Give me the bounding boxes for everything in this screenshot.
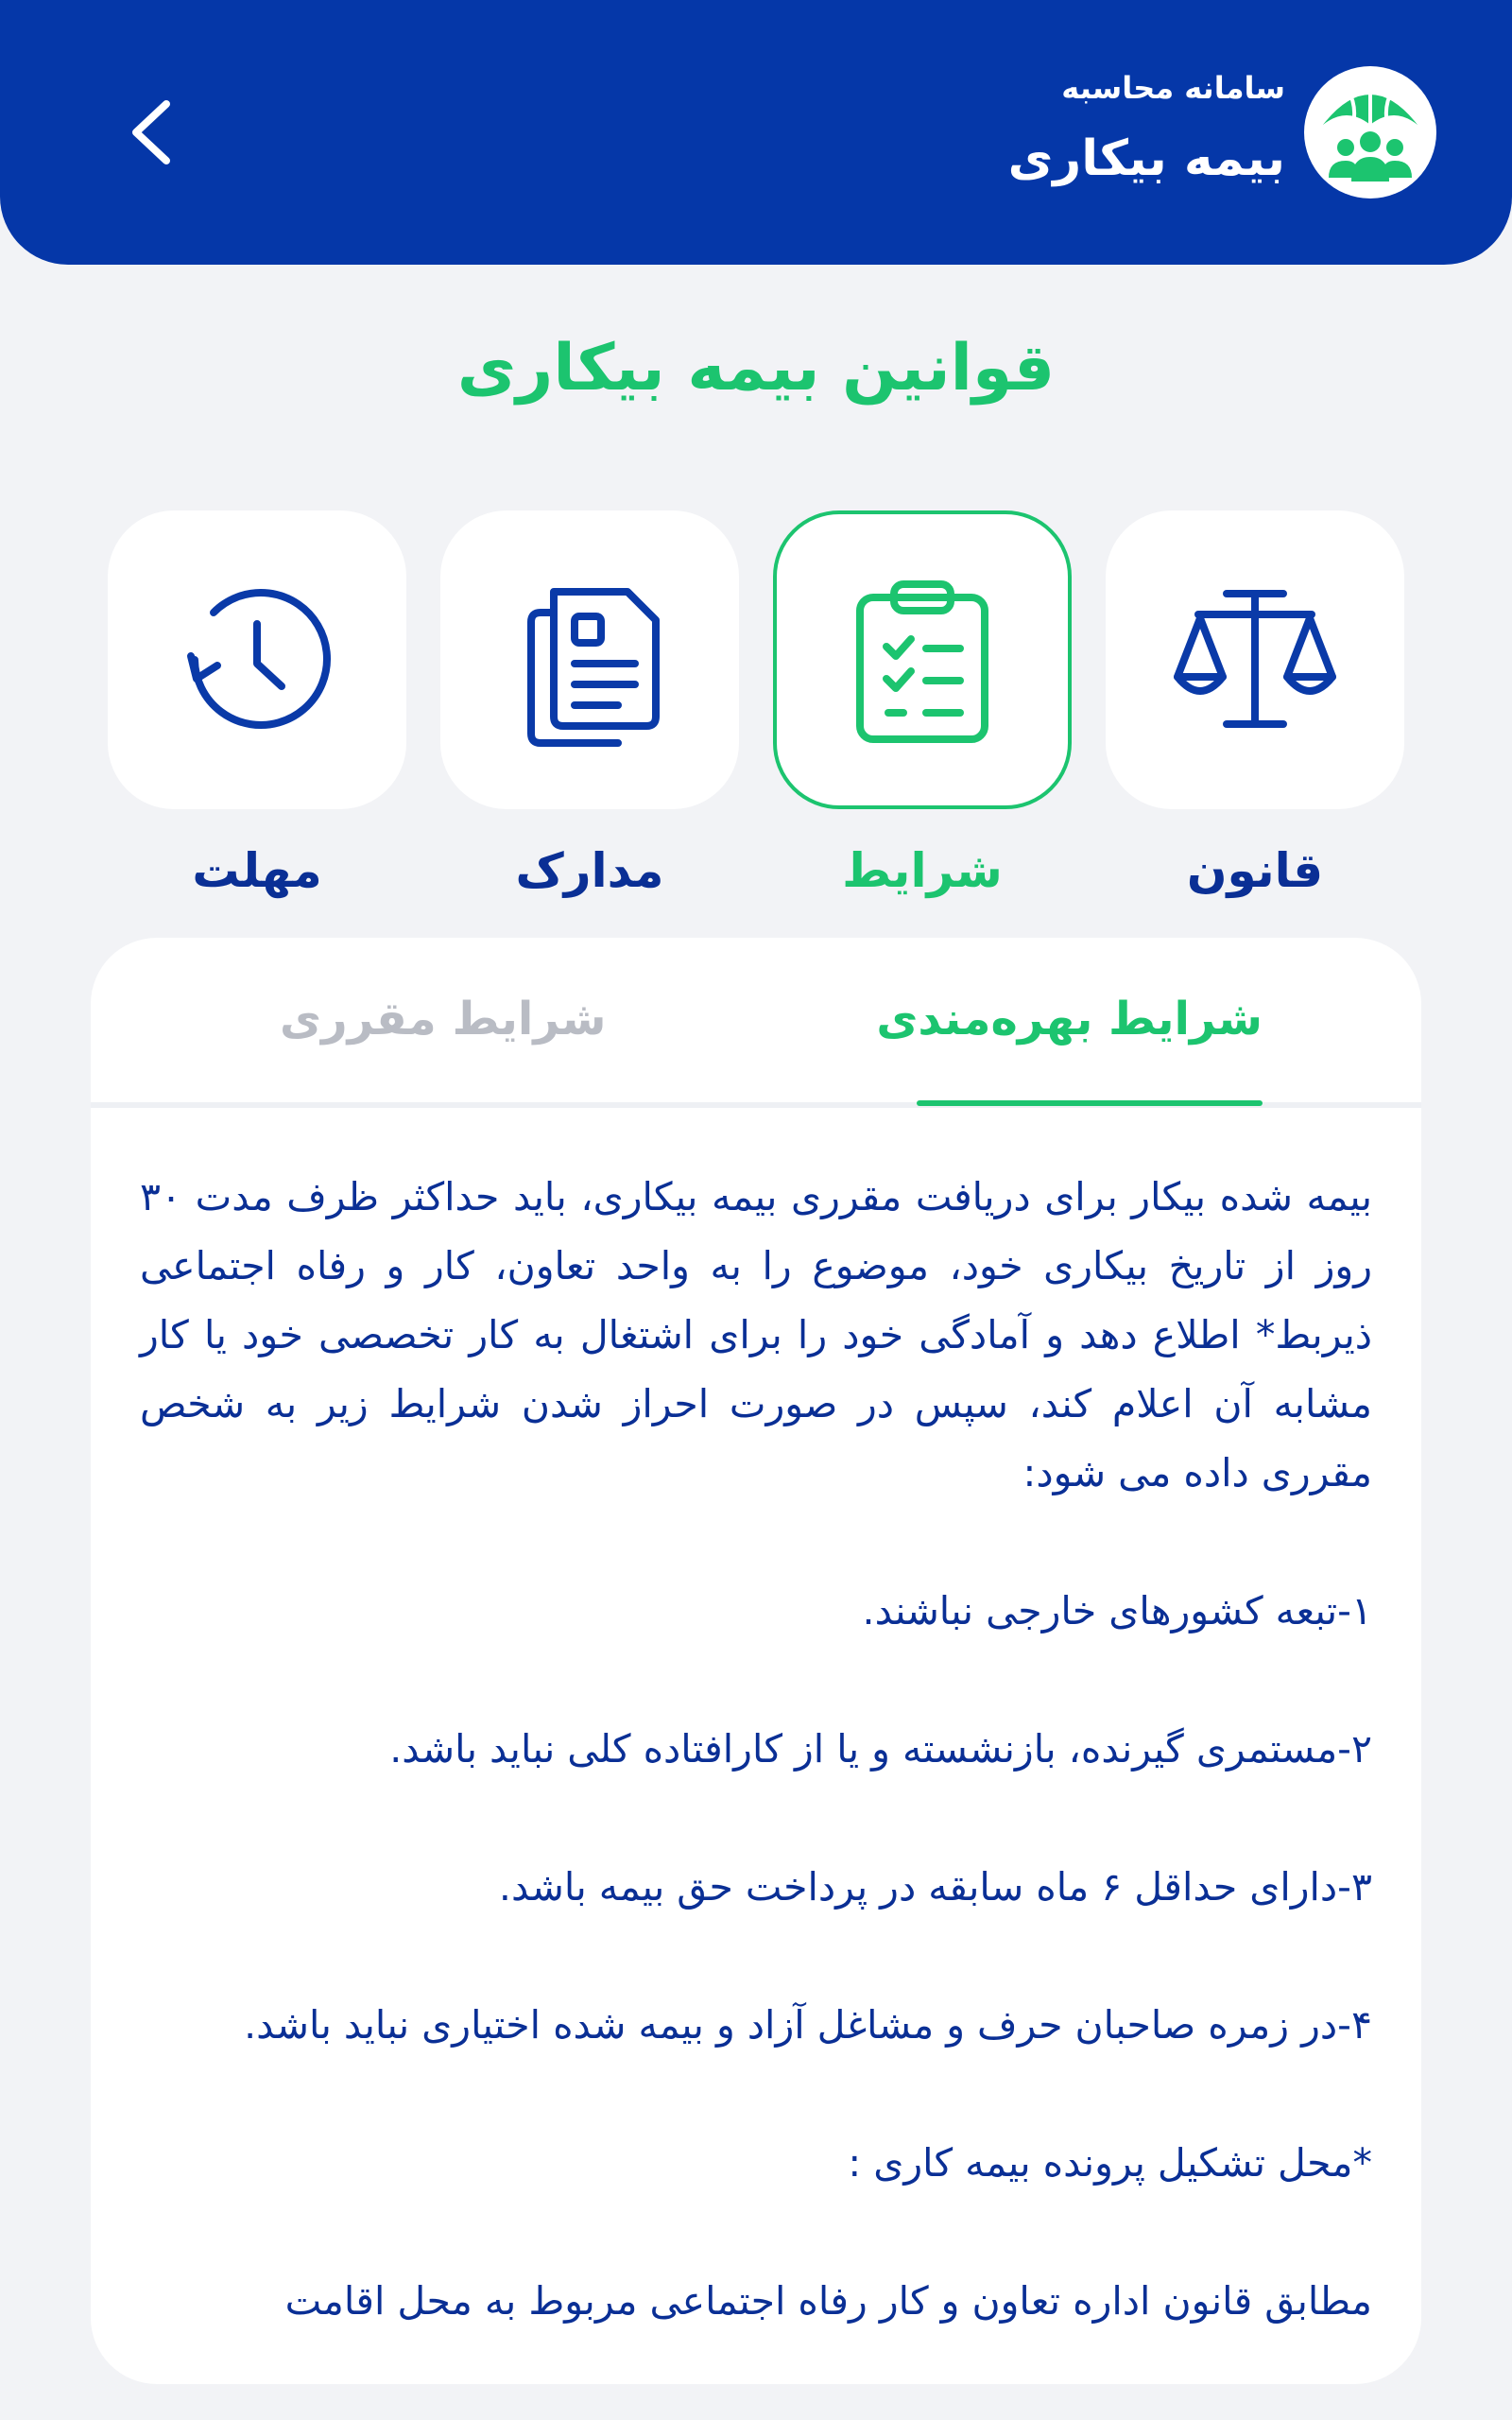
documents-icon bbox=[527, 588, 660, 747]
tab-allowance-conditions[interactable]: شرایط مقرری bbox=[280, 993, 606, 1046]
conditions-text: بیمه شده بیکار برای دریافت مقرری بیمه بی… bbox=[140, 1163, 1372, 2336]
category-card-conditions[interactable] bbox=[773, 510, 1072, 809]
category-card-documents[interactable] bbox=[440, 510, 739, 809]
back-button[interactable] bbox=[104, 85, 198, 180]
active-tab-indicator bbox=[917, 1100, 1263, 1106]
category-cards: قانون شرایط مدارک مهلت bbox=[0, 510, 1512, 926]
app-logo bbox=[1304, 66, 1436, 199]
conditions-panel: شرایط بهره‌مندی شرایط مقرری بیمه شده بیک… bbox=[91, 938, 1421, 2384]
scale-icon bbox=[1174, 590, 1336, 728]
tab-eligibility-conditions[interactable]: شرایط بهره‌مندی bbox=[876, 993, 1263, 1046]
category-label-conditions: شرایط bbox=[842, 843, 1003, 898]
intro-paragraph: بیمه شده بیکار برای دریافت مقرری بیمه بی… bbox=[140, 1174, 1372, 1495]
category-card-law[interactable] bbox=[1106, 510, 1404, 809]
tab-bar: شرایط بهره‌مندی شرایط مقرری bbox=[91, 938, 1421, 1108]
category-label-law: قانون bbox=[1186, 843, 1324, 898]
umbrella-people-icon bbox=[1304, 66, 1436, 199]
condition-item: ۴-در زمره صاحبان حرف و مشاغل آزاد و بیمه… bbox=[244, 2002, 1372, 2048]
file-location-heading: *محل تشکیل پرونده بیمه کاری : bbox=[848, 2140, 1372, 2186]
chevron-left-icon bbox=[132, 100, 170, 164]
app-header: سامانه محاسبه بیمه بیکاری bbox=[0, 0, 1512, 265]
header-title: بیمه بیکاری bbox=[1007, 130, 1285, 187]
category-label-deadline: مهلت bbox=[192, 843, 322, 898]
clipboard-checklist-icon bbox=[856, 580, 988, 743]
file-location-text: مطابق قانون اداره تعاون و کار رفاه اجتما… bbox=[284, 2278, 1372, 2324]
category-label-documents: مدارک bbox=[515, 843, 664, 898]
condition-item: ۳-دارای حداقل ۶ ماه سابقه در پرداخت حق ب… bbox=[498, 1864, 1372, 1910]
condition-item: ۲-مستمری گیرنده، بازنشسته و یا از کارافت… bbox=[389, 1726, 1372, 1772]
category-card-deadline[interactable] bbox=[108, 510, 406, 809]
history-clock-icon bbox=[187, 589, 331, 729]
header-subtitle: سامانه محاسبه bbox=[1061, 70, 1285, 106]
page-title: قوانین بیمه بیکاری bbox=[456, 331, 1056, 406]
condition-item: ۱-تبعه کشورهای خارجی نباشند. bbox=[862, 1588, 1372, 1634]
